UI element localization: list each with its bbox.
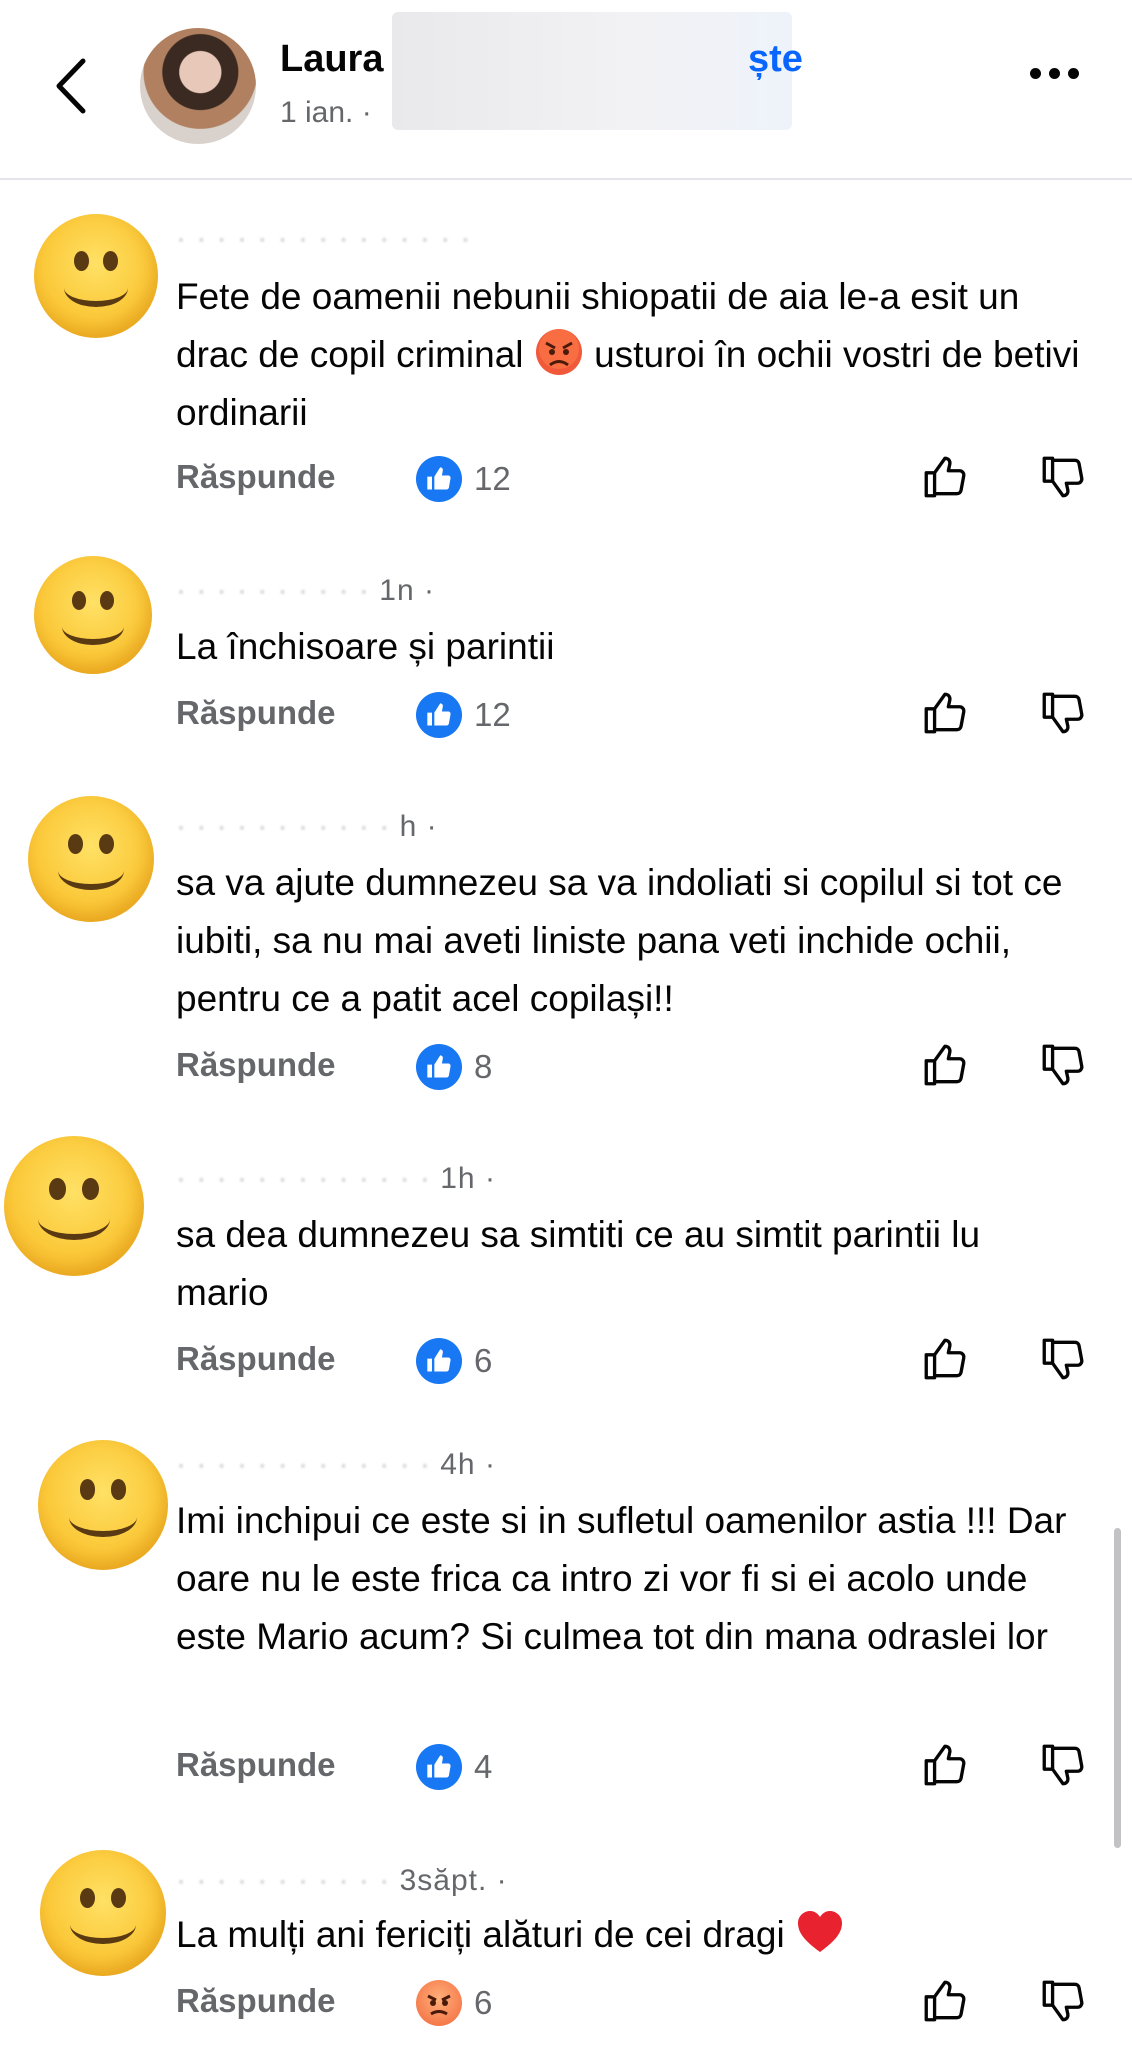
upvote-icon[interactable] bbox=[920, 1040, 970, 1090]
like-reaction-icon bbox=[416, 1744, 462, 1790]
commenter-name[interactable]: · · · · · · · · · · · · · · · bbox=[176, 222, 472, 256]
commenter-avatar[interactable] bbox=[28, 796, 154, 922]
reaction-count: 8 bbox=[474, 1048, 493, 1085]
upvote-icon[interactable] bbox=[920, 1334, 970, 1384]
reaction-count: 12 bbox=[474, 460, 511, 497]
comment: · · · · · · · · · · 1n · La închisoare ș… bbox=[0, 548, 1132, 748]
comment-text: sa dea dumnezeu sa simtiti ce au simtit … bbox=[176, 1214, 981, 1313]
reaction-summary[interactable]: 6 bbox=[416, 1980, 492, 2026]
commenter-name[interactable]: · · · · · · · · · · 1n · bbox=[176, 574, 435, 608]
commenter-name[interactable]: · · · · · · · · · · · 3săpt. · bbox=[176, 1864, 508, 1898]
reply-button[interactable]: Răspunde bbox=[176, 694, 336, 732]
more-options-button[interactable] bbox=[1030, 68, 1079, 79]
reply-button[interactable]: Răspunde bbox=[176, 1340, 336, 1378]
comment-text: La închisoare și parintii bbox=[176, 626, 555, 667]
comment: · · · · · · · · · · · · · 4h · Imi inchi… bbox=[0, 1436, 1132, 1806]
post-time: 1 ian. · bbox=[280, 96, 372, 129]
comment-actions: Răspunde 6 bbox=[176, 1338, 1096, 1390]
commenter-avatar[interactable] bbox=[4, 1136, 144, 1276]
reply-button[interactable]: Răspunde bbox=[176, 1746, 336, 1784]
downvote-icon[interactable] bbox=[1038, 688, 1088, 738]
reply-button[interactable]: Răspunde bbox=[176, 1046, 336, 1084]
chevron-left-icon bbox=[56, 58, 86, 114]
comment: · · · · · · · · · · · 3săpt. · La mulți … bbox=[0, 1846, 1132, 2046]
reaction-summary[interactable]: 12 bbox=[416, 692, 511, 738]
scrollbar[interactable] bbox=[1114, 1528, 1121, 1848]
commenter-name[interactable]: · · · · · · · · · · · · · 4h · bbox=[176, 1448, 496, 1482]
reaction-summary[interactable]: 12 bbox=[416, 456, 511, 502]
comment-actions: Răspunde 6 bbox=[176, 1980, 1096, 2032]
comment: · · · · · · · · · · · h · sa va ajute du… bbox=[0, 784, 1132, 1104]
angry-reaction-icon bbox=[416, 1980, 462, 2026]
like-reaction-icon bbox=[416, 692, 462, 738]
angry-face-icon bbox=[535, 329, 582, 375]
reply-button[interactable]: Răspunde bbox=[176, 1982, 336, 2020]
reaction-summary[interactable]: 6 bbox=[416, 1338, 492, 1384]
commenter-name[interactable]: · · · · · · · · · · · · · 1h · bbox=[176, 1162, 496, 1196]
comment: · · · · · · · · · · · · · · · Fete de oa… bbox=[0, 200, 1132, 520]
comment-actions: Răspunde 8 bbox=[176, 1044, 1096, 1096]
more-dots-icon bbox=[1030, 68, 1041, 79]
redacted-region bbox=[392, 12, 792, 130]
comment-text: La mulți ani fericiți alături de cei dra… bbox=[176, 1906, 1096, 1964]
reaction-count: 6 bbox=[474, 1984, 493, 2021]
downvote-icon[interactable] bbox=[1038, 1334, 1088, 1384]
upvote-icon[interactable] bbox=[920, 1740, 970, 1790]
downvote-icon[interactable] bbox=[1038, 1040, 1088, 1090]
commenter-avatar[interactable] bbox=[38, 1440, 168, 1570]
red-heart-icon bbox=[798, 1911, 843, 1952]
comment-text: Imi inchipui ce este si in sufletul oame… bbox=[176, 1500, 1067, 1657]
follow-link[interactable]: ște bbox=[748, 38, 803, 81]
commenter-name[interactable]: · · · · · · · · · · · h · bbox=[176, 810, 438, 844]
upvote-icon[interactable] bbox=[920, 452, 970, 502]
commenter-avatar[interactable] bbox=[40, 1850, 166, 1976]
reaction-count: 12 bbox=[474, 696, 511, 733]
downvote-icon[interactable] bbox=[1038, 1740, 1088, 1790]
upvote-icon[interactable] bbox=[920, 688, 970, 738]
comment-text: Fete de oamenii nebunii shiopatii de aia… bbox=[176, 276, 1080, 433]
downvote-icon[interactable] bbox=[1038, 1976, 1088, 2026]
author-avatar[interactable] bbox=[140, 28, 256, 144]
reaction-count: 6 bbox=[474, 1342, 493, 1379]
like-reaction-icon bbox=[416, 456, 462, 502]
comment-actions: Răspunde 12 bbox=[176, 456, 1096, 508]
comment-actions: Răspunde 12 bbox=[176, 692, 1096, 744]
comment-text: sa va ajute dumnezeu sa va indoliati si … bbox=[176, 862, 1063, 1019]
upvote-icon[interactable] bbox=[920, 1976, 970, 2026]
back-button[interactable] bbox=[44, 54, 96, 118]
reply-button[interactable]: Răspunde bbox=[176, 458, 336, 496]
author-name[interactable]: Laura bbox=[280, 38, 383, 81]
comment-actions: Răspunde 4 bbox=[176, 1744, 1096, 1796]
reaction-summary[interactable]: 4 bbox=[416, 1744, 492, 1790]
post-header: Laura 1 ian. · ște bbox=[0, 0, 1132, 180]
comment: · · · · · · · · · · · · · 1h · sa dea du… bbox=[0, 1136, 1132, 1406]
commenter-avatar[interactable] bbox=[34, 556, 152, 674]
reaction-summary[interactable]: 8 bbox=[416, 1044, 492, 1090]
like-reaction-icon bbox=[416, 1338, 462, 1384]
downvote-icon[interactable] bbox=[1038, 452, 1088, 502]
reaction-count: 4 bbox=[474, 1748, 493, 1785]
commenter-avatar[interactable] bbox=[34, 214, 158, 338]
like-reaction-icon bbox=[416, 1044, 462, 1090]
